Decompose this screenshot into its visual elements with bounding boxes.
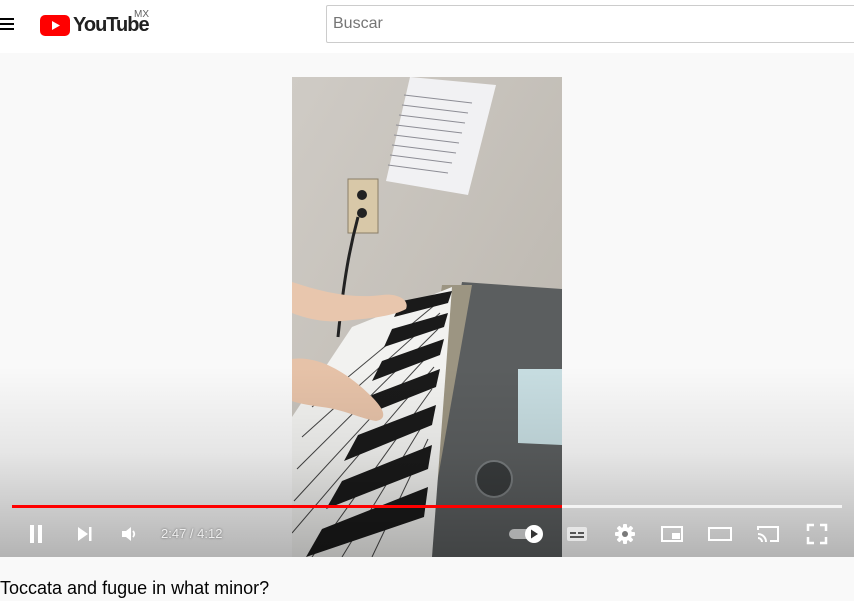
guide-menu-button[interactable] — [0, 15, 16, 35]
country-code: MX — [134, 9, 149, 20]
settings-button[interactable] — [610, 519, 640, 549]
pause-button[interactable] — [21, 519, 51, 549]
time-display: 2:47 / 4:12 — [161, 526, 222, 541]
menu-icon-bar — [0, 28, 14, 30]
autoplay-toggle[interactable] — [507, 519, 547, 549]
menu-icon-bar — [0, 23, 14, 25]
subtitles-button[interactable] — [562, 519, 592, 549]
progress-bar[interactable] — [12, 505, 842, 508]
video-player[interactable]: 2:47 / 4:12 — [0, 53, 854, 557]
subtitles-icon — [567, 527, 587, 541]
youtube-logo[interactable]: YouTube — [40, 13, 150, 37]
pause-icon — [30, 525, 42, 543]
miniplayer-icon — [661, 526, 683, 542]
theater-mode-icon — [708, 527, 732, 541]
menu-icon-bar — [0, 18, 14, 20]
autoplay-toggle-icon — [509, 525, 543, 543]
video-still-keyboard — [292, 77, 562, 557]
youtube-play-logo-icon — [40, 14, 70, 36]
current-time: 2:47 — [161, 526, 187, 541]
fullscreen-button[interactable] — [802, 519, 832, 549]
theater-mode-button[interactable] — [705, 519, 735, 549]
fullscreen-icon — [806, 523, 828, 545]
progress-played — [12, 505, 563, 508]
video-title: Toccata and fugue in what minor? — [0, 578, 270, 598]
duration: 4:12 — [197, 526, 223, 541]
cast-icon — [757, 526, 779, 543]
masthead: YouTube MX — [0, 0, 854, 53]
mute-button[interactable] — [114, 519, 144, 549]
cast-button[interactable] — [753, 519, 783, 549]
miniplayer-button[interactable] — [657, 519, 687, 549]
search-input[interactable] — [326, 5, 854, 43]
settings-gear-icon — [615, 524, 635, 544]
time-separator: / — [186, 526, 198, 541]
next-icon — [78, 527, 92, 541]
next-button[interactable] — [69, 519, 99, 549]
video-frame[interactable] — [292, 77, 562, 557]
volume-icon — [122, 527, 136, 541]
